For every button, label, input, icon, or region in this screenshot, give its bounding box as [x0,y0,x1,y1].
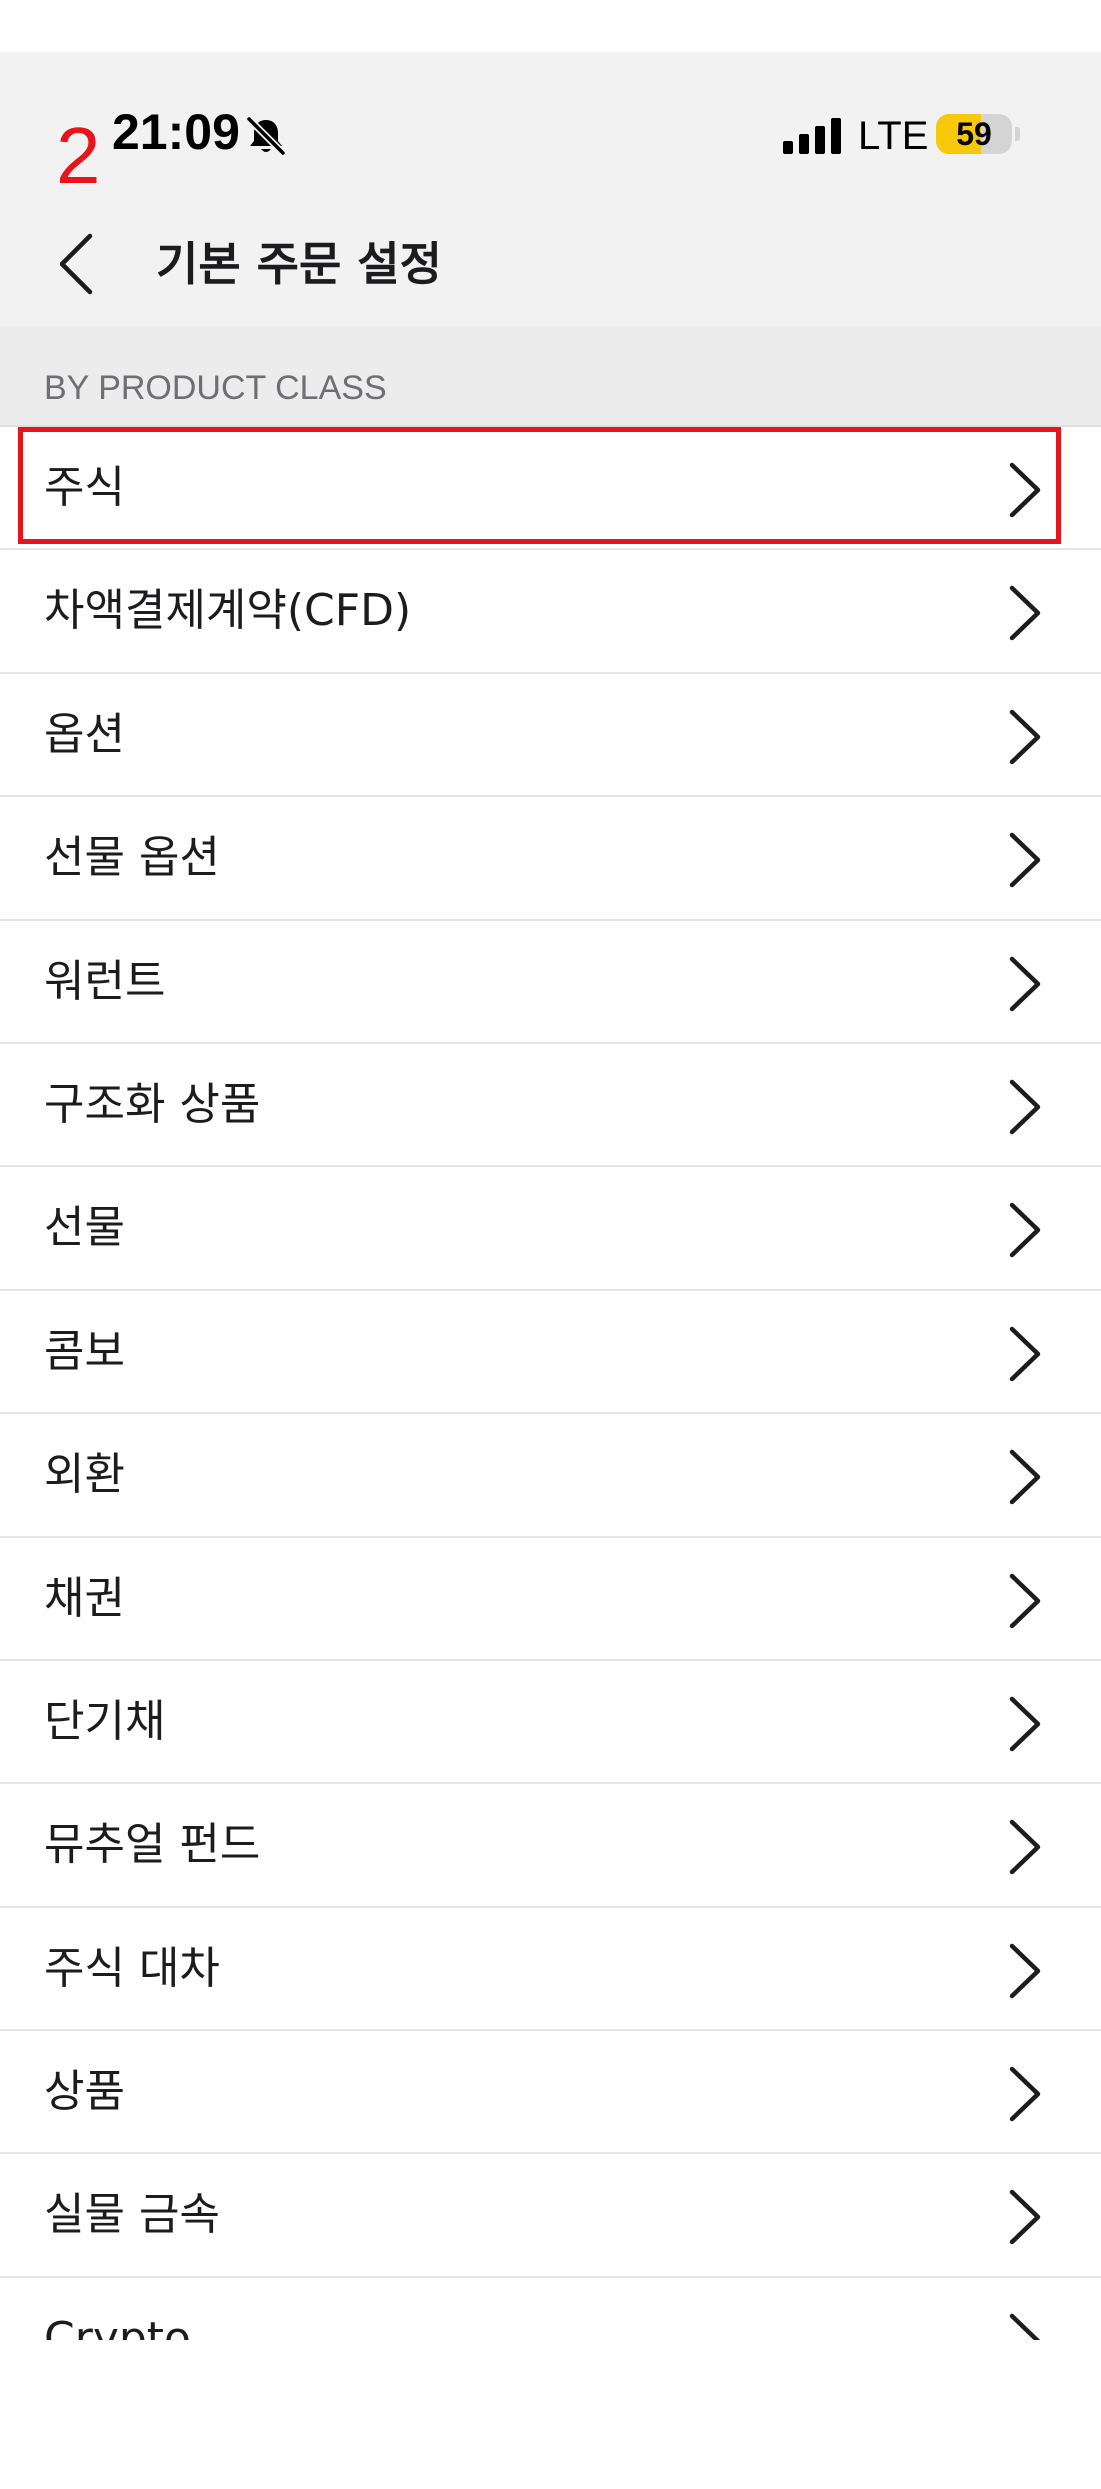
chevron-right-icon [1009,1449,1041,1505]
page-title: 기본 주문 설정 [156,237,442,291]
list-item[interactable]: 차액결제계약(CFD) [0,550,1101,674]
list-item-label: 외환 [44,1449,125,1501]
chevron-right-icon [1009,2313,1041,2340]
list-item-label: 구조화 상품 [44,1078,261,1130]
chevron-right-icon [1009,1696,1041,1752]
list-item[interactable]: 구조화 상품 [0,1043,1101,1168]
chevron-right-icon [1009,2066,1041,2122]
list-item[interactable]: Crypto [0,2277,1101,2340]
chevron-right-icon [1009,1573,1041,1628]
product-class-list[interactable]: 주식차액결제계약(CFD) 옵션선물 옵션워런트구조화 상품선물콤보외환채권단기채… [0,427,1101,2340]
list-item-label: 선물 옵션 [44,832,220,884]
list-item[interactable]: 실물 금속 [0,2154,1101,2278]
chevron-right-icon [1009,1079,1041,1135]
chevron-right-icon [1009,832,1041,888]
list-item[interactable]: 단기채 [0,1660,1101,1785]
list-item-label: 콤보 [44,1325,125,1377]
chevron-right-icon [1009,1820,1041,1875]
list-item-label: 상품 [44,2066,125,2118]
list-item[interactable]: 상품 [0,2031,1101,2155]
list-item[interactable]: 뮤추얼 펀드 [0,1784,1101,1908]
list-item-label: 옵션 [44,708,125,760]
list-item-label: 뮤추얼 펀드 [44,1819,261,1871]
chevron-right-icon [1009,1943,1041,1998]
network-type: LTE [858,114,929,158]
chevron-right-icon [1009,1326,1041,1381]
list-item-label: 워런트 [44,955,166,1007]
list-item[interactable]: 외환 [0,1414,1101,1538]
battery-cap [1015,127,1020,141]
section-header: BY PRODUCT CLASS [0,327,1101,427]
bell-slash-icon [245,115,287,157]
list-item[interactable]: 워런트 [0,920,1101,1044]
list-item[interactable]: 주식 [0,427,1101,551]
list-item-label: 주식 대차 [44,1942,220,1994]
chevron-right-icon [1009,956,1041,1011]
back-button[interactable] [50,228,106,300]
list-item[interactable]: 선물 [0,1167,1101,1291]
battery-percent: 59 [956,116,992,152]
chevron-right-icon [1009,1203,1041,1258]
list-item-label: 선물 [44,1202,125,1254]
chevron-right-icon [1009,586,1041,641]
chevron-right-icon [1009,462,1041,518]
list-item-label: 실물 금속 [44,2189,220,2241]
list-item[interactable]: 주식 대차 [0,1907,1101,2032]
list-item[interactable]: 콤보 [0,1290,1101,1415]
status-time: 21:09 [112,104,240,160]
step-number-annotation: 2 [56,111,101,200]
section-label: BY PRODUCT CLASS [44,369,387,407]
list-item-label: Crypto [44,2312,191,2340]
list-item[interactable]: 옵션 [0,673,1101,798]
top-margin [0,0,1101,52]
list-item-label: 주식 [44,462,125,513]
list-item-label: 차액결제계약(CFD) [44,585,412,637]
list-item-label: 채권 [44,1572,125,1624]
list-item-label: 단기채 [44,1695,166,1747]
cellular-signal-icon [783,118,841,154]
battery-icon: 59 [936,114,1012,154]
chevron-right-icon [1009,709,1041,765]
list-item[interactable]: 선물 옵션 [0,797,1101,921]
chevron-right-icon [1009,2190,1041,2245]
chevron-left-icon [59,233,93,295]
list-item[interactable]: 채권 [0,1537,1101,1661]
